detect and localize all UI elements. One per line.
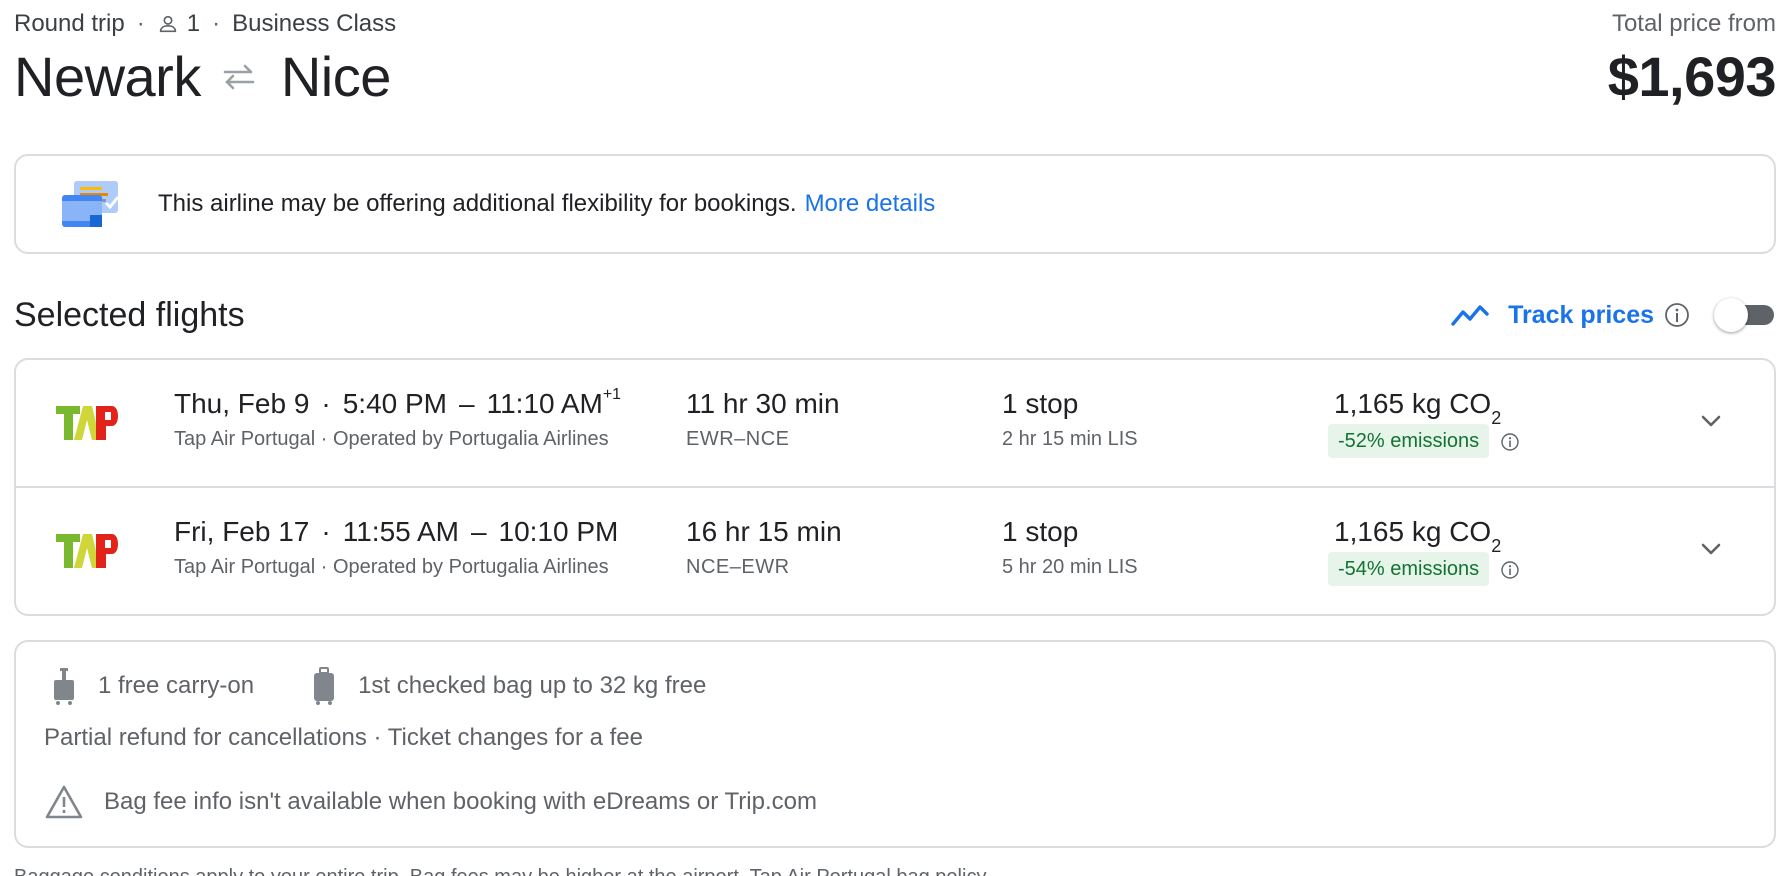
co2-value: 1,165 kg CO xyxy=(1334,516,1492,547)
baggage-card: 1 free carry-on 1st checked bag up to 32… xyxy=(14,640,1776,848)
layover-info: 5 hr 20 min LIS xyxy=(1002,556,1138,578)
airport-codes: NCE–EWR xyxy=(686,556,790,578)
fare-policy: Partial refund for cancellations · Ticke… xyxy=(44,724,643,751)
airport-codes: EWR–NCE xyxy=(686,428,790,450)
separator-dot: · xyxy=(136,10,145,37)
trip-type: Round trip xyxy=(14,10,125,37)
stop-count: 1 stop xyxy=(1002,388,1079,419)
co2-amount: 1,165 kg CO2 xyxy=(1334,388,1502,428)
track-prices-control: Track prices xyxy=(1450,290,1776,340)
flexibility-banner: This airline may be offering additional … xyxy=(14,154,1776,254)
flights-card: Thu, Feb 9 · 5:40 PM –11:10 AM+1 Tap Air Po… xyxy=(14,358,1776,616)
track-prices-label[interactable]: Track prices xyxy=(1508,301,1654,330)
baggage-allowance: 1 free carry-on 1st checked bag up to 32… xyxy=(50,666,706,706)
flight-duration: 11 hr 30 min xyxy=(686,388,840,419)
depart-time: 5:40 PM xyxy=(342,388,448,419)
layover-info: 2 hr 15 min LIS xyxy=(1002,428,1138,450)
section-title: Selected flights xyxy=(14,296,245,334)
emissions-badge: -54% emissions xyxy=(1328,552,1490,586)
day-offset: +1 xyxy=(602,385,622,403)
passenger-count: 1 xyxy=(186,10,201,37)
swap-arrows-icon xyxy=(223,64,255,89)
chevron-down-icon[interactable] xyxy=(1696,406,1726,436)
total-price: $1,693 xyxy=(1607,45,1777,108)
arrive-time: 10:10 PM xyxy=(498,516,619,547)
dash: – xyxy=(459,388,475,419)
carry-on-text: 1 free carry-on xyxy=(98,672,255,699)
person-icon xyxy=(159,15,176,33)
checked-bag-text: 1st checked bag up to 32 kg free xyxy=(358,672,707,699)
flight-times: Thu, Feb 9 · 5:40 PM –11:10 AM+1 xyxy=(174,385,622,420)
info-icon[interactable] xyxy=(1664,302,1690,328)
co2-subscript: 2 xyxy=(1491,535,1502,556)
bag-fee-warning: Bag fee info isn't available when bookin… xyxy=(44,784,817,820)
checked-bag-icon xyxy=(314,667,335,705)
flight-times: Fri, Feb 17 · 11:55 AM –10:10 PM xyxy=(174,516,618,548)
co2-value: 1,165 kg CO xyxy=(1334,388,1492,419)
separator-dot: · xyxy=(321,516,331,547)
destination-city: Nice xyxy=(280,45,392,108)
baggage-footnote: Baggage conditions apply to your entire … xyxy=(14,866,986,876)
dash: – xyxy=(470,516,487,547)
flight-date: Fri, Feb 17 xyxy=(174,516,310,547)
airline-info: Tap Air Portugal · Operated by Portugali… xyxy=(174,428,609,450)
track-prices-toggle[interactable] xyxy=(1714,298,1776,332)
co2-subscript: 2 xyxy=(1491,407,1502,428)
trip-meta: Round trip · 1 · Business Class xyxy=(14,10,396,38)
flight-row[interactable]: Thu, Feb 9 · 5:40 PM –11:10 AM+1 Tap Air Po… xyxy=(16,360,1774,488)
emissions-badge: -52% emissions xyxy=(1328,424,1490,458)
airline-info: Tap Air Portugal · Operated by Portugali… xyxy=(174,556,609,578)
chevron-down-icon[interactable] xyxy=(1696,534,1726,564)
flight-date: Thu, Feb 9 xyxy=(174,388,310,419)
stop-count: 1 stop xyxy=(1002,516,1079,547)
depart-time: 11:55 AM xyxy=(342,516,459,547)
tap-airline-logo xyxy=(56,534,118,568)
arrive-time: 11:10 AM xyxy=(486,388,603,419)
info-icon[interactable] xyxy=(1500,560,1520,580)
trip-header: Round trip · 1 · Business Class Newark N… xyxy=(14,0,1777,120)
selected-flights-header: Selected flights Track prices xyxy=(14,290,1776,340)
tap-airline-logo xyxy=(56,406,118,440)
more-details-link[interactable]: More details xyxy=(805,190,936,218)
separator-dot: · xyxy=(321,388,331,419)
origin-city: Newark xyxy=(14,45,201,108)
toggle-thumb xyxy=(1714,298,1748,332)
ticket-flexibility-icon xyxy=(62,181,120,227)
warning-text: Bag fee info isn't available when bookin… xyxy=(104,788,817,815)
carry-on-bag-icon xyxy=(54,668,74,705)
co2-amount: 1,165 kg CO2 xyxy=(1334,516,1502,556)
route-title: Newark Nice xyxy=(14,44,391,109)
trend-line-icon[interactable] xyxy=(1450,302,1490,328)
separator-dot: · xyxy=(212,10,221,37)
flight-row[interactable]: Fri, Feb 17 · 11:55 AM –10:10 PM Tap Air Po… xyxy=(16,488,1774,616)
flight-duration: 16 hr 15 min xyxy=(686,516,842,547)
warning-icon xyxy=(45,785,83,819)
price-label: Total price from xyxy=(1611,10,1776,37)
banner-text: This airline may be offering additional … xyxy=(158,190,797,217)
cabin-class: Business Class xyxy=(232,10,397,37)
info-icon[interactable] xyxy=(1500,432,1520,452)
